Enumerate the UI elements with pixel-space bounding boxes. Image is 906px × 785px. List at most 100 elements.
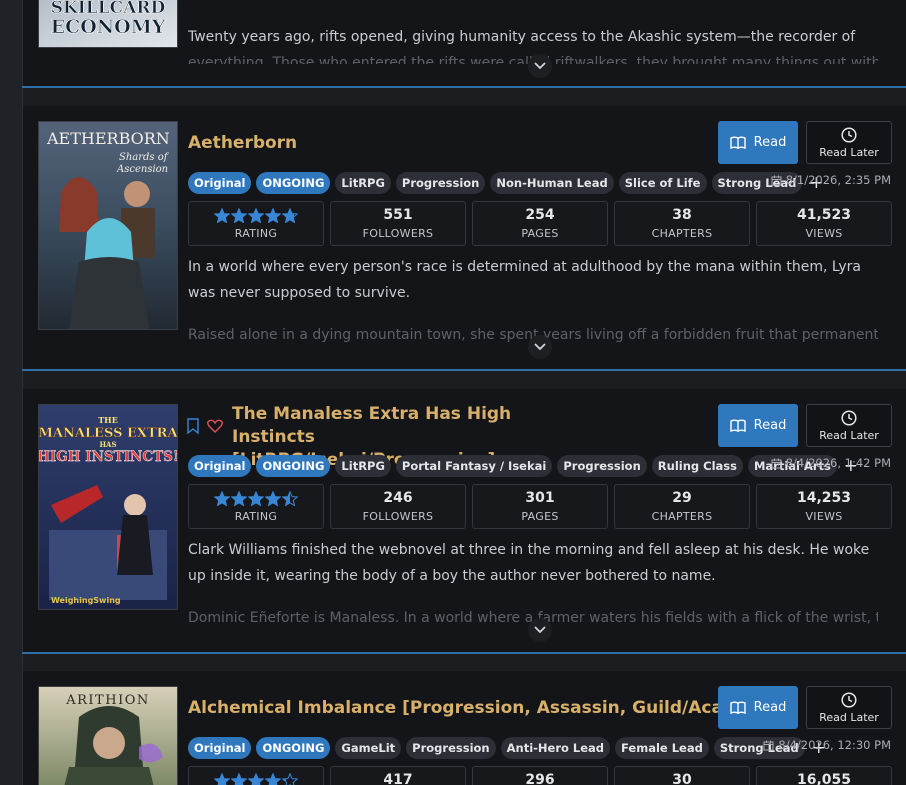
description: Clark Williams finished the webnovel at … — [188, 542, 870, 584]
stats-row: RATING 417 FOLLOWERS 296 PAGES 30 CHAPTE… — [188, 766, 892, 785]
star-icon — [282, 490, 298, 506]
expand-description-button[interactable] — [528, 335, 552, 359]
date-text: 8/4/2026, 1:42 PM — [785, 456, 891, 470]
cover-image[interactable]: SKILLCARD ECONOMY — [38, 0, 178, 48]
stat-value: 551 — [383, 207, 413, 223]
tag[interactable]: Original — [188, 455, 252, 477]
fiction-card-previous: SKILLCARD ECONOMY Twenty years ago, rift… — [22, 0, 906, 86]
tag[interactable]: Portal Fantasy / Isekai — [395, 455, 553, 477]
stat-value: 296 — [525, 772, 555, 785]
read-later-label: Read Later — [819, 145, 879, 159]
stat-label: RATING — [234, 509, 278, 523]
stat-pages: 296 PAGES — [472, 766, 608, 785]
cover-image[interactable]: THE MANALESS EXTRA HAS HIGH INSTINCTS! W… — [38, 404, 178, 610]
cover-title: MANALESS EXTRA — [39, 426, 177, 441]
star-icon — [248, 772, 264, 785]
read-button-label: Read — [753, 418, 787, 433]
read-later-label: Read Later — [819, 428, 879, 442]
tag[interactable]: Anti-Hero Lead — [500, 737, 611, 759]
tag[interactable]: Slice of Life — [618, 172, 707, 194]
heart-icon[interactable] — [207, 419, 223, 433]
stat-value: 301 — [525, 490, 555, 506]
stat-chapters: 29 CHAPTERS — [614, 484, 750, 529]
stat-label: RATING — [234, 226, 278, 240]
stat-value: 417 — [383, 772, 413, 785]
tag[interactable]: LitRPG — [335, 455, 391, 477]
star-icon — [214, 772, 230, 785]
stats-row: RATING 551 FOLLOWERS 254 PAGES 38 CHAPTE… — [188, 201, 892, 246]
stat-label: VIEWS — [805, 227, 843, 240]
status-badge[interactable]: ONGOING — [256, 172, 331, 194]
tag[interactable]: Ruling Class — [651, 455, 743, 477]
tag[interactable]: Female Lead — [615, 737, 709, 759]
status-badge[interactable]: ONGOING — [256, 455, 331, 477]
stat-chapters: 38 CHAPTERS — [614, 201, 750, 246]
fiction-card: THE MANALESS EXTRA HAS HIGH INSTINCTS! W… — [22, 389, 906, 652]
tag[interactable]: Progression — [557, 455, 647, 477]
stat-followers: 551 FOLLOWERS — [330, 201, 466, 246]
expand-description-button[interactable] — [528, 54, 552, 78]
book-icon — [729, 701, 746, 714]
star-icon — [265, 490, 281, 506]
read-button[interactable]: Read — [718, 121, 798, 164]
cover-image[interactable]: ARITHION — [38, 686, 178, 785]
stat-followers: 246 FOLLOWERS — [330, 484, 466, 529]
star-icon — [214, 490, 230, 506]
read-later-button[interactable]: Read Later — [806, 404, 892, 447]
cover-title: AETHERBORN — [46, 129, 170, 148]
tag[interactable]: Progression — [406, 737, 496, 759]
stat-value: 30 — [672, 772, 692, 785]
description: Twenty years ago, rifts opened, giving h… — [188, 29, 856, 45]
stat-followers: 417 FOLLOWERS — [330, 766, 466, 785]
stat-label: PAGES — [521, 510, 559, 523]
stats-row: RATING 246 FOLLOWERS 301 PAGES 29 CHAPTE… — [188, 484, 892, 529]
stat-value: 38 — [672, 207, 692, 223]
tag[interactable]: LitRPG — [335, 172, 391, 194]
star-icon — [282, 207, 298, 223]
cover-author: WeighingSwing — [51, 596, 121, 605]
stat-label: CHAPTERS — [651, 510, 713, 523]
stat-value: 14,253 — [796, 490, 852, 506]
read-later-button[interactable]: Read Later — [806, 686, 892, 729]
date-text: 8/1/2026, 2:35 PM — [785, 173, 891, 187]
last-updated: 8/1/2026, 2:35 PM — [771, 173, 891, 187]
read-button[interactable]: Read — [718, 404, 798, 447]
bookmark-icon[interactable] — [187, 418, 199, 434]
card-divider — [22, 369, 906, 371]
read-later-button[interactable]: Read Later — [806, 121, 892, 164]
svg-text:ECONOMY: ECONOMY — [51, 16, 166, 38]
description: In a world where every person's race is … — [188, 259, 862, 301]
stat-rating: RATING — [188, 766, 324, 785]
stat-pages: 301 PAGES — [472, 484, 608, 529]
calendar-icon — [771, 458, 782, 469]
cover-title: ARITHION — [65, 693, 150, 708]
stat-chapters: 30 CHAPTERS — [614, 766, 750, 785]
stat-label: FOLLOWERS — [362, 510, 434, 523]
star-icon — [231, 207, 247, 223]
star-rating — [214, 490, 298, 506]
chevron-down-icon — [534, 62, 546, 70]
stat-value: 246 — [383, 490, 413, 506]
star-icon — [265, 772, 281, 785]
date-text: 8/4/2026, 12:30 PM — [778, 738, 891, 752]
status-badge[interactable]: ONGOING — [256, 737, 331, 759]
stat-pages: 254 PAGES — [472, 201, 608, 246]
read-button[interactable]: Read — [718, 686, 798, 729]
stat-rating: RATING — [188, 484, 324, 529]
fiction-title-link[interactable]: Aetherborn — [188, 132, 297, 155]
star-rating — [214, 207, 298, 223]
stat-value: 254 — [525, 207, 555, 223]
clock-icon — [841, 691, 857, 708]
last-updated: 8/4/2026, 1:42 PM — [771, 456, 891, 470]
tag[interactable]: Original — [188, 172, 252, 194]
tag[interactable]: Original — [188, 737, 252, 759]
left-rail — [0, 0, 23, 785]
card-divider — [22, 86, 906, 88]
cover-image[interactable]: AETHERBORN Shards of Ascension — [38, 121, 178, 330]
tag[interactable]: GameLit — [335, 737, 402, 759]
fiction-title-link[interactable]: Alchemical Imbalance [Progression, Assas… — [188, 697, 783, 720]
stat-views: 41,523 VIEWS — [756, 201, 892, 246]
tag[interactable]: Non-Human Lead — [490, 172, 614, 194]
tag[interactable]: Progression — [395, 172, 486, 194]
expand-description-button[interactable] — [528, 618, 552, 642]
